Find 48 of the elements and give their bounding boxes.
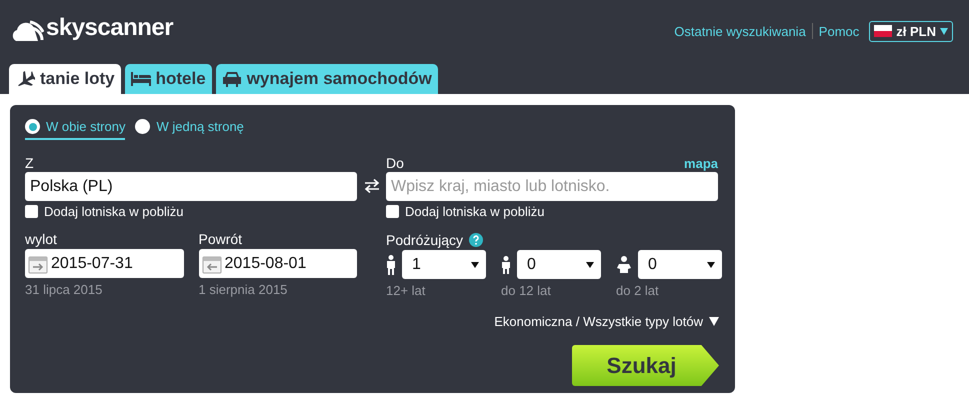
trip-type-option[interactable]: W jedną stronę <box>135 119 244 140</box>
date-field[interactable]: 2015-07-31 <box>25 249 184 278</box>
origin-field[interactable]: Polska (PL) <box>25 172 357 201</box>
person-icon <box>501 256 511 274</box>
cabin-class-selector[interactable]: Ekonomiczna / Wszystkie typy lotów <box>494 314 719 329</box>
passenger-caption: do 2 lat <box>616 283 660 298</box>
bed-icon <box>130 72 151 86</box>
nearby-checkbox[interactable]: Dodaj lotniska w pobliżu <box>25 204 357 219</box>
date-field[interactable]: 2015-08-01 <box>198 249 357 278</box>
date-caption: 31 lipca 2015 <box>25 282 104 297</box>
logo-cloud-icon <box>10 20 44 42</box>
passenger-select[interactable]: 1 <box>402 250 486 279</box>
field-label: wylot <box>25 231 58 247</box>
nearby-checkbox[interactable]: Dodaj lotniska w pobliżu <box>386 204 718 219</box>
swap-icon[interactable] <box>364 179 380 193</box>
search-button[interactable]: Szukaj <box>572 345 719 386</box>
tab[interactable]: wynajem samochodów <box>216 64 438 94</box>
date-caption: 1 sierpnia 2015 <box>198 282 288 297</box>
dropdown-arrow-icon <box>586 262 594 268</box>
help-icon[interactable] <box>469 232 484 246</box>
passenger-caption: 12+ lat <box>386 283 426 298</box>
header-link[interactable]: Ostatnie wyszukiwania <box>674 24 806 38</box>
logo-text[interactable]: skyscanner <box>46 14 174 42</box>
trip-type-option[interactable]: W obie strony <box>25 119 126 140</box>
plane-icon <box>15 70 35 88</box>
passenger-caption: do 12 lat <box>501 283 552 298</box>
map-link[interactable]: mapa <box>684 156 718 171</box>
dropdown-arrow-icon <box>471 262 479 268</box>
car-icon <box>222 71 242 87</box>
field-label: Z <box>25 155 34 171</box>
caret-icon <box>940 28 948 34</box>
tab[interactable]: tanie loty <box>9 64 121 94</box>
destination-field[interactable]: Wpisz kraj, miasto lub lotnisko. <box>386 172 718 201</box>
field-label: Powrót <box>198 231 244 247</box>
passenger-select[interactable]: 0 <box>638 250 722 279</box>
tab[interactable]: hotele <box>124 64 212 94</box>
flag-icon <box>874 25 892 37</box>
field-label: Do <box>386 155 404 171</box>
field-label: Podróżujący <box>386 232 464 248</box>
calendar-icon <box>28 254 48 274</box>
currency-selector[interactable]: zł PLN <box>869 20 953 42</box>
baby-icon <box>616 256 632 274</box>
caret-icon <box>709 317 719 326</box>
person-icon <box>386 254 396 274</box>
header-link[interactable]: Pomoc <box>818 24 860 38</box>
dropdown-arrow-icon <box>707 262 715 268</box>
calendar-icon <box>202 254 222 274</box>
passenger-select[interactable]: 0 <box>517 250 601 279</box>
